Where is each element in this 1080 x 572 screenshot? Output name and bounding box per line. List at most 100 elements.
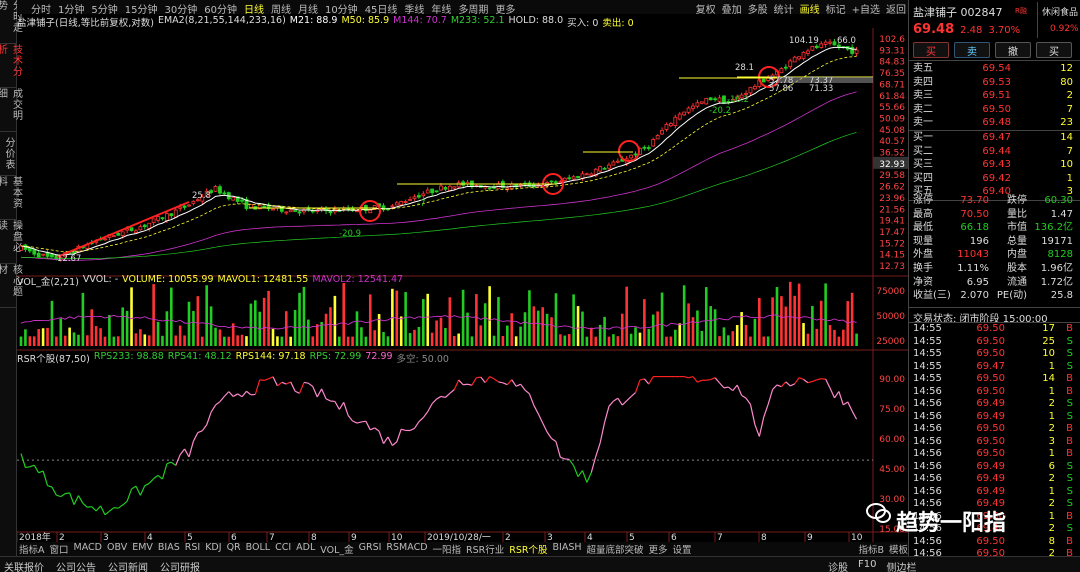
rsr-line-segment [581, 470, 588, 483]
tick-row: 14:56 69.50 1 B [909, 448, 1080, 461]
volume-bar [833, 329, 836, 346]
tab-realtime[interactable]: 分时走势 [0, 0, 22, 44]
tab-must-read[interactable]: 操盘必读 [0, 220, 22, 264]
sell-button[interactable]: 卖 [954, 42, 990, 58]
indicator-tab[interactable]: ADL [296, 542, 315, 556]
rsr-line-segment [697, 379, 703, 383]
indicator-tab[interactable]: RSMACD [386, 542, 427, 556]
indicator-tab[interactable]: 超量底部突破 [587, 542, 644, 556]
tab-basic-info[interactable]: 基本资料 [0, 176, 22, 220]
volume-bar [386, 336, 390, 346]
volume-bar [161, 335, 164, 346]
order-row[interactable]: 卖三 69.51 2 [909, 89, 1080, 103]
order-row[interactable]: 卖一 69.48 23 [909, 116, 1080, 130]
indicator-tab[interactable]: KDJ [205, 542, 221, 556]
left-vertical-tabs: 分时走势 技术分析 成交明细 分价表 基本资料 操盘必读 核心题材 [0, 0, 22, 556]
indicator-tab[interactable]: BIAS [158, 542, 180, 556]
rsr-line-segment [325, 398, 331, 402]
tab-core-topic[interactable]: 核心题材 [0, 264, 22, 308]
status-link-quote[interactable]: 关联报价 [4, 559, 44, 572]
indicator-tab[interactable]: 设置 [673, 542, 692, 556]
cancel-button[interactable]: 撤 [995, 42, 1031, 58]
price-axis-label: 76.35 [879, 69, 905, 79]
tick-price: 69.50 [976, 323, 1005, 334]
rsr-line-segment [763, 404, 769, 418]
volume-bar [771, 297, 774, 346]
status-link-announcement[interactable]: 公司公告 [56, 559, 96, 572]
candle-body [151, 218, 156, 224]
rsr-line-segment [630, 392, 636, 397]
indicator-tab[interactable]: 窗口 [50, 542, 69, 556]
volume-bar [196, 296, 200, 346]
status-link-research[interactable]: 公司研报 [160, 559, 200, 572]
rsr-line-segment [91, 506, 97, 512]
rsr-line-segment [47, 485, 53, 488]
order-row[interactable]: 卖五 69.54 12 [909, 62, 1080, 76]
tab-trade-details[interactable]: 成交明细 [0, 88, 22, 132]
tick-time: 14:55 [913, 360, 942, 372]
quick-buy-button[interactable]: 买 [1036, 42, 1072, 58]
diagnose-link[interactable]: 诊股 [828, 559, 848, 572]
order-volume: 23 [1060, 117, 1073, 128]
rsr-line-segment [179, 448, 186, 456]
volume-bar [223, 336, 226, 346]
tick-time: 14:55 [913, 348, 942, 359]
status-link-news[interactable]: 公司新闻 [108, 559, 148, 572]
indicator-tab[interactable]: 一阳指 [433, 542, 462, 556]
order-row[interactable]: 买二 69.44 7 [909, 145, 1080, 159]
tick-time: 14:55 [913, 335, 942, 347]
volume-bar [837, 336, 841, 346]
sidebar-toggle[interactable]: 侧边栏 [886, 559, 916, 572]
industry-box[interactable]: 休闲食品 0.92% [1037, 2, 1080, 38]
indicator-tab[interactable]: QR [227, 542, 241, 556]
rsr-line-segment [458, 379, 464, 386]
indicator-tab[interactable]: RSI [185, 542, 200, 556]
candle-body [646, 147, 651, 149]
indicator-template-tab[interactable]: 模板 [889, 542, 908, 556]
rsr-line-segment [688, 376, 694, 379]
indicator-tab[interactable]: OBV [107, 542, 127, 556]
volume-bar [607, 336, 611, 346]
rsr-line-segment [599, 422, 606, 444]
tab-price-table[interactable]: 分价表 [0, 132, 17, 176]
indicator-tab[interactable]: CCI [275, 542, 291, 556]
rsr-line-segment [391, 441, 398, 446]
candle-body [810, 45, 815, 51]
indicator-tab[interactable]: 指标A [19, 542, 45, 556]
stat-value: 2.070 [960, 290, 989, 302]
indicator-tab[interactable]: 更多 [649, 542, 668, 556]
order-row[interactable]: 买四 69.42 1 [909, 172, 1080, 186]
indicator-tab[interactable]: EMV [132, 542, 153, 556]
indicator-tab[interactable]: VOL_金 [320, 542, 353, 556]
order-row[interactable]: 买一 69.47 14 [909, 131, 1080, 145]
indicator-tab[interactable]: RSR个股 [509, 542, 547, 556]
tick-row: 14:56 69.49 2 S [909, 473, 1080, 486]
indicator-tab[interactable]: GRSI [359, 542, 382, 556]
indicator-tab[interactable]: RSR行业 [466, 542, 504, 556]
rsr-line-segment [104, 510, 110, 516]
tick-volume: 3 [1048, 435, 1055, 447]
stat-value: 60.30 [1044, 195, 1073, 206]
x-axis-label: 10 [391, 533, 403, 542]
buy-button[interactable]: 买 [913, 42, 949, 58]
order-row[interactable]: 卖二 69.50 7 [909, 103, 1080, 117]
candle-body [615, 160, 620, 163]
f10-link[interactable]: F10 [858, 559, 876, 572]
indicator-template-tab[interactable]: 指标B [858, 542, 884, 556]
last-price: 69.48 [913, 22, 955, 37]
order-row[interactable]: 买三 69.43 10 [909, 158, 1080, 172]
stat-value: 11043 [957, 249, 989, 261]
tab-technical-analysis[interactable]: 技术分析 [0, 44, 22, 88]
price-axis-label: 102.6 [879, 35, 905, 45]
indicator-tab[interactable]: MACD [74, 542, 102, 556]
rsr-line-segment [621, 400, 628, 406]
stat-value: 196 [969, 235, 989, 247]
stat-label: 收益(三) [913, 290, 951, 302]
order-row[interactable]: 卖四 69.53 80 [909, 76, 1080, 90]
stock-code: 002847 [960, 6, 1003, 19]
indicator-tab[interactable]: BIASH [553, 542, 582, 556]
order-level: 卖一 [913, 117, 933, 128]
rsr-line-segment [303, 381, 309, 384]
indicator-tab[interactable]: BOLL [246, 542, 270, 556]
chart-area[interactable]: 盐津铺子(日线,等比前复权,对数) EMA2(8,21,55,144,233,1… [17, 14, 908, 542]
